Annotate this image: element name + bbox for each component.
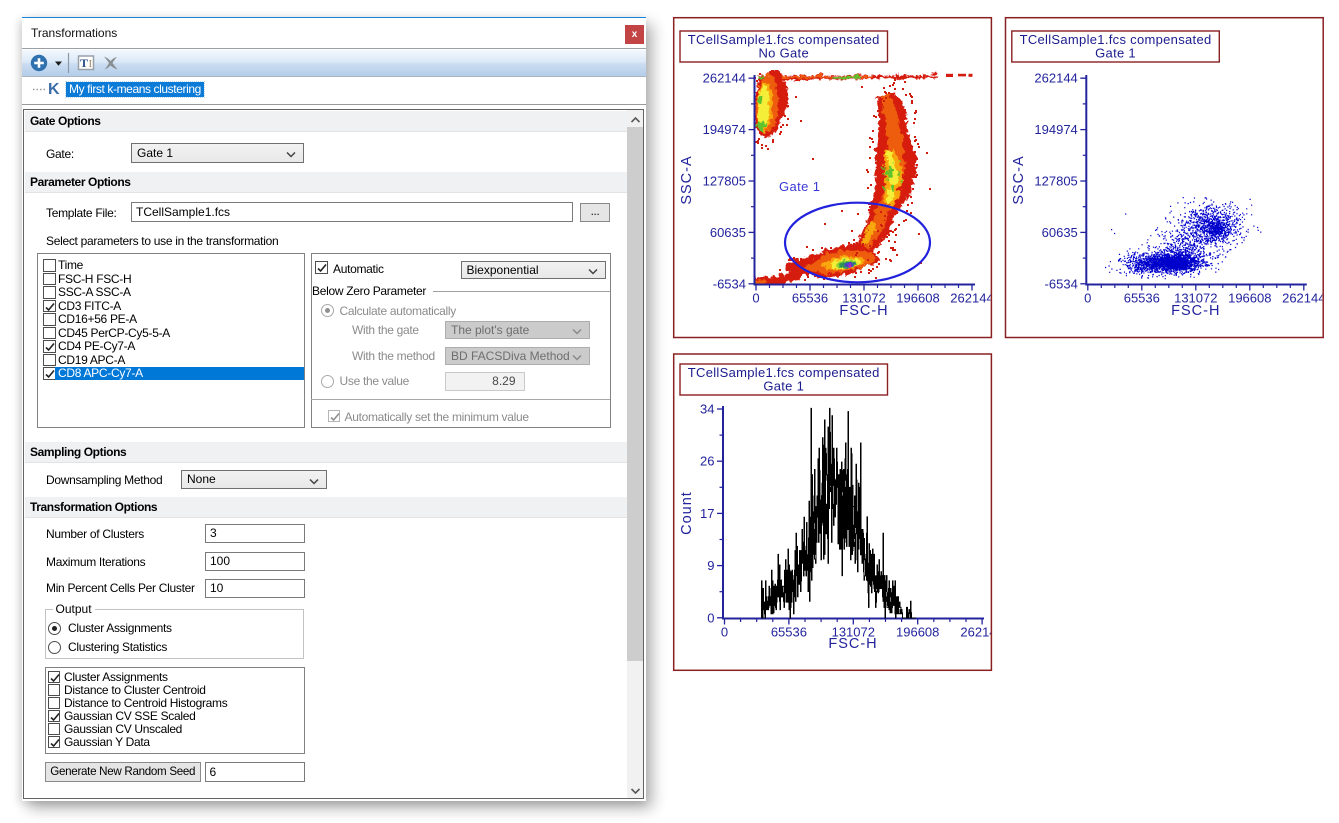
svg-text:0: 0 xyxy=(752,291,759,306)
svg-text:Gate 1: Gate 1 xyxy=(763,379,804,394)
svg-text:0: 0 xyxy=(707,610,714,625)
svg-text:0: 0 xyxy=(721,625,728,640)
svg-text:Gate 1: Gate 1 xyxy=(779,179,820,194)
svg-text:No Gate: No Gate xyxy=(758,46,809,61)
svg-text:-6534: -6534 xyxy=(1045,276,1078,291)
svg-text:262144: 262144 xyxy=(950,291,993,306)
svg-text:26: 26 xyxy=(700,454,714,469)
svg-text:34: 34 xyxy=(700,402,714,417)
svg-text:Gate 1: Gate 1 xyxy=(1095,46,1136,61)
svg-text:127805: 127805 xyxy=(1034,174,1077,189)
svg-text:FSC-H: FSC-H xyxy=(828,636,877,652)
svg-text:SSC-A: SSC-A xyxy=(679,155,695,204)
svg-text:65536: 65536 xyxy=(1124,291,1160,306)
svg-text:196608: 196608 xyxy=(896,625,939,640)
svg-text:65536: 65536 xyxy=(792,291,828,306)
svg-text:17: 17 xyxy=(700,506,714,521)
svg-text:65536: 65536 xyxy=(771,625,807,640)
svg-text:194974: 194974 xyxy=(1034,122,1077,137)
svg-text:I: I xyxy=(89,58,93,70)
svg-text:262144: 262144 xyxy=(703,71,746,86)
svg-text:SSC-A: SSC-A xyxy=(1011,155,1027,204)
svg-text:-6534: -6534 xyxy=(713,276,746,291)
svg-text:262144: 262144 xyxy=(960,625,1003,640)
svg-text:127805: 127805 xyxy=(703,174,746,189)
svg-text:194974: 194974 xyxy=(703,122,746,137)
svg-text:Count: Count xyxy=(679,491,695,535)
svg-text:60635: 60635 xyxy=(710,225,746,240)
svg-text:196608: 196608 xyxy=(896,291,939,306)
svg-text:262144: 262144 xyxy=(1282,291,1325,306)
svg-text:FSC-H: FSC-H xyxy=(839,303,888,319)
svg-text:60635: 60635 xyxy=(1042,225,1078,240)
svg-text:196608: 196608 xyxy=(1228,291,1271,306)
svg-text:0: 0 xyxy=(1084,291,1091,306)
svg-text:FSC-H: FSC-H xyxy=(1171,303,1220,319)
svg-text:262144: 262144 xyxy=(1034,71,1077,86)
svg-text:9: 9 xyxy=(707,558,714,573)
svg-text:T: T xyxy=(80,56,88,70)
